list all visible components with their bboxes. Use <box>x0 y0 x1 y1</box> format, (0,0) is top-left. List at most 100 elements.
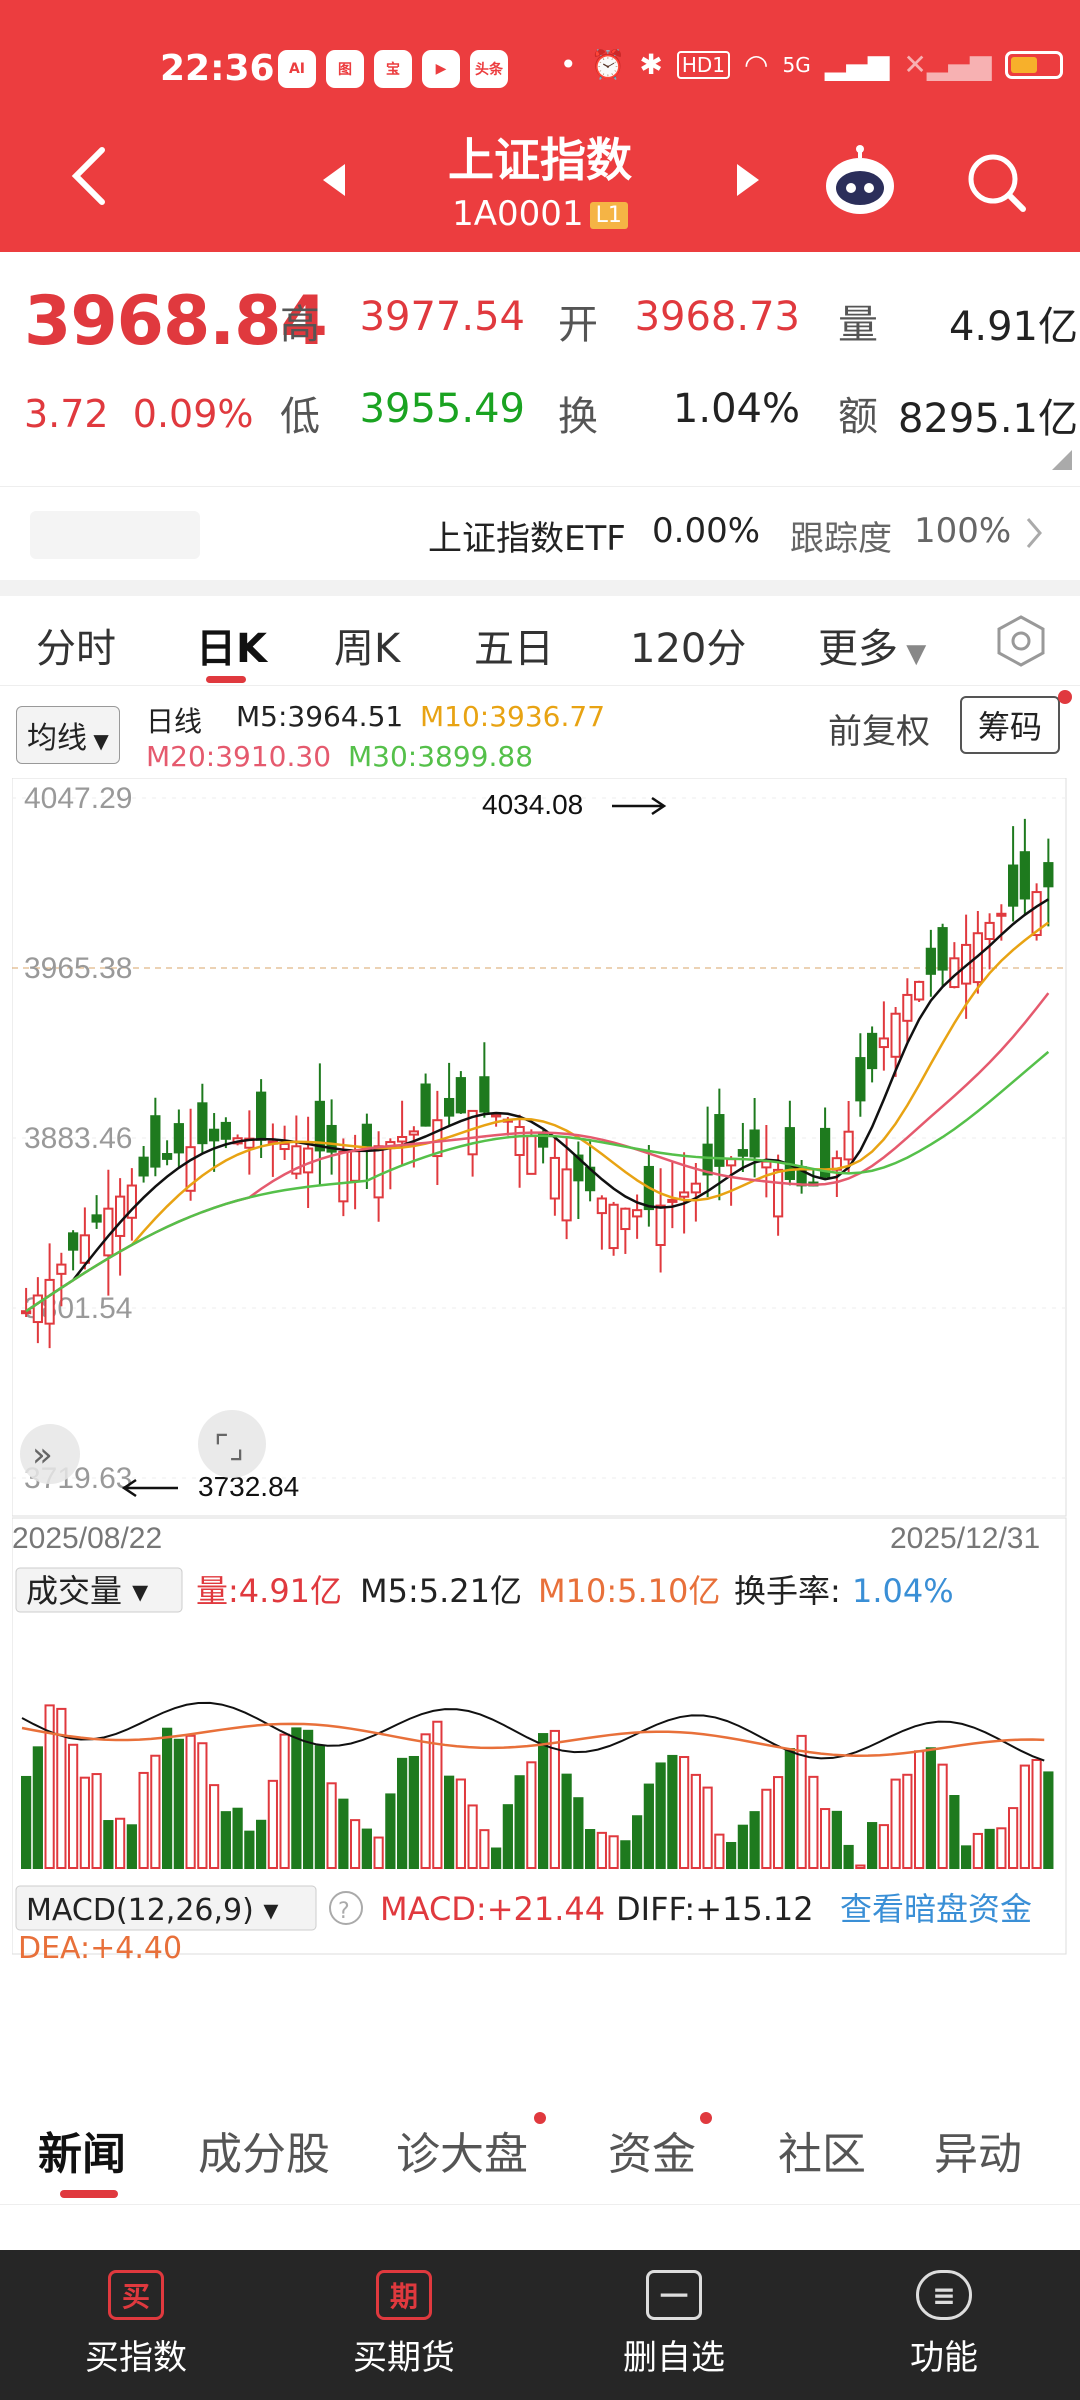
candle-up <box>878 1037 889 1049</box>
next-index-button[interactable] <box>730 160 766 200</box>
page-title: 上证指数 <box>448 133 632 187</box>
tab-diagnose[interactable]: 诊大盘 <box>396 2118 528 2182</box>
candle-down <box>150 1115 161 1168</box>
tab-more[interactable]: 更多 ▼ <box>818 616 926 674</box>
volume-bar <box>1031 1758 1042 1870</box>
volume-bar <box>643 1783 654 1869</box>
volume-bar <box>32 1746 43 1869</box>
candle-down <box>1019 851 1030 900</box>
open-label: 开 <box>558 302 598 348</box>
dot-icon: • <box>560 48 577 81</box>
candle-up <box>902 993 913 1022</box>
nav-remove-watch[interactable]: 一 删自选 <box>574 2270 774 2379</box>
ma30-value: M30:3899.88 <box>348 740 534 773</box>
nav-buy-futures-label: 买期货 <box>353 2338 455 2378</box>
tab-community[interactable]: 社区 <box>778 2118 866 2182</box>
ma5-value: M5:3964.51 <box>236 700 404 733</box>
min-marker-label: 3732.84 <box>198 1471 299 1502</box>
tab-funds[interactable]: 资金 <box>608 2118 696 2182</box>
candle-down <box>749 1129 760 1158</box>
amount-value: 8295.1亿 <box>898 396 1078 442</box>
tab-anomaly[interactable]: 异动 <box>934 2118 1022 2182</box>
candle-up <box>56 1263 67 1275</box>
price-change: 3.72 0.09% <box>24 392 254 436</box>
bottom-nav: 买 买指数 期 买期货 一 删自选 ≡ 功能 <box>0 2250 1080 2400</box>
candle-up <box>408 1130 419 1136</box>
status-time: 22:36 <box>160 48 275 89</box>
tab-intraday[interactable]: 分时 <box>36 616 116 674</box>
chips-button[interactable]: 筹码 <box>960 696 1061 754</box>
candle-up <box>21 1310 32 1315</box>
ma5-line <box>25 898 1050 1313</box>
candle-down <box>209 1128 220 1142</box>
candle-up <box>773 1168 784 1218</box>
volume-bar <box>831 1810 842 1870</box>
volume-bar <box>514 1775 525 1869</box>
volume-value: 量:4.91亿 <box>196 1572 342 1610</box>
nav-functions[interactable]: ≡ 功能 <box>844 2270 1044 2379</box>
volume-bar <box>538 1733 549 1870</box>
candle-down <box>162 1153 173 1160</box>
kline-section: 均线 ▼ 日线 M5:3964.51 M10:3936.77 M20:3910.… <box>0 686 1080 2066</box>
robot-icon <box>826 145 894 214</box>
volume-bar <box>467 1804 478 1869</box>
turnover-label: 换 <box>558 394 598 440</box>
volume-bar <box>972 1832 983 1870</box>
caret-down-icon: ▼ <box>87 729 109 753</box>
volume-bar <box>56 1707 67 1869</box>
fullscreen-icon: ⌜⌟ <box>214 1428 244 1466</box>
volume-bar <box>126 1824 137 1870</box>
volume-bar <box>185 1734 196 1870</box>
kline-chart[interactable]: 4047.293965.383883.463801.543719.634034.… <box>12 778 1068 1972</box>
candle-up <box>679 1191 690 1198</box>
triangle-right-icon <box>737 164 759 196</box>
macd-selector-label: MACD(12,26,9) ▾ <box>26 1893 278 1928</box>
volume-bar <box>303 1729 314 1869</box>
volume-bar <box>820 1808 831 1870</box>
active-info-indicator <box>60 2190 118 2198</box>
tab-five-day[interactable]: 五日 <box>474 616 554 674</box>
volume-bar <box>91 1773 102 1869</box>
candle-down <box>197 1102 208 1145</box>
robot-assistant-button[interactable] <box>822 144 898 220</box>
volume-bar <box>455 1778 466 1870</box>
adjust-button[interactable]: 前复权 <box>828 704 930 753</box>
app-header: 22:36 AI 图 宝 ▶ 头条 • ⏰ ✱ HD1 ◠ 5G ▂▄▆ ✕▂▄… <box>0 0 1080 252</box>
volume-bar <box>867 1822 878 1869</box>
minus-box-icon: 一 <box>646 2270 702 2320</box>
turnover-value: 1.04% <box>672 386 800 432</box>
volume-bar <box>526 1761 537 1870</box>
volume-bar <box>761 1788 772 1869</box>
volume-bar <box>502 1804 513 1869</box>
volume-label: 量 <box>838 302 878 348</box>
nav-buy-index[interactable]: 买 买指数 <box>36 2270 236 2379</box>
tab-120min[interactable]: 120分 <box>630 616 746 674</box>
etf-row[interactable]: 上证指数ETF 0.00% 跟踪度 100% <box>0 486 1080 580</box>
volume-bar <box>491 1847 502 1869</box>
candle-down <box>361 1123 372 1151</box>
tab-more-label: 更多 <box>818 626 898 672</box>
volume-bar <box>408 1755 419 1869</box>
volume-m10: M10:5.10亿 <box>538 1572 720 1610</box>
tab-news[interactable]: 新闻 <box>38 2118 126 2182</box>
tab-constituents[interactable]: 成分股 <box>198 2118 330 2182</box>
candle-down <box>91 1214 102 1223</box>
tab-weekly-k[interactable]: 周K <box>334 616 400 674</box>
settings-hexagon-icon[interactable] <box>994 614 1048 668</box>
tab-daily-k[interactable]: 日K <box>196 616 267 674</box>
signal-off-icon: ✕▂▄▆ <box>903 48 992 81</box>
ma-selector[interactable]: 均线 ▼ <box>16 706 120 764</box>
tracking-value: 100% <box>914 511 1012 551</box>
dark-pool-link: 查看暗盘资金 <box>840 1890 1032 1928</box>
candle-up <box>32 1294 43 1324</box>
expand-corner-icon[interactable] <box>1052 450 1072 470</box>
volume-bar <box>620 1840 631 1870</box>
volume-bar <box>267 1779 278 1869</box>
candle-up <box>561 1168 572 1222</box>
nav-buy-futures[interactable]: 期 买期货 <box>304 2270 504 2379</box>
volume-bar <box>690 1773 701 1870</box>
volume-bar <box>385 1793 396 1870</box>
search-button[interactable] <box>962 148 1032 218</box>
candle-down <box>444 1097 455 1117</box>
volume-bar <box>197 1742 208 1870</box>
